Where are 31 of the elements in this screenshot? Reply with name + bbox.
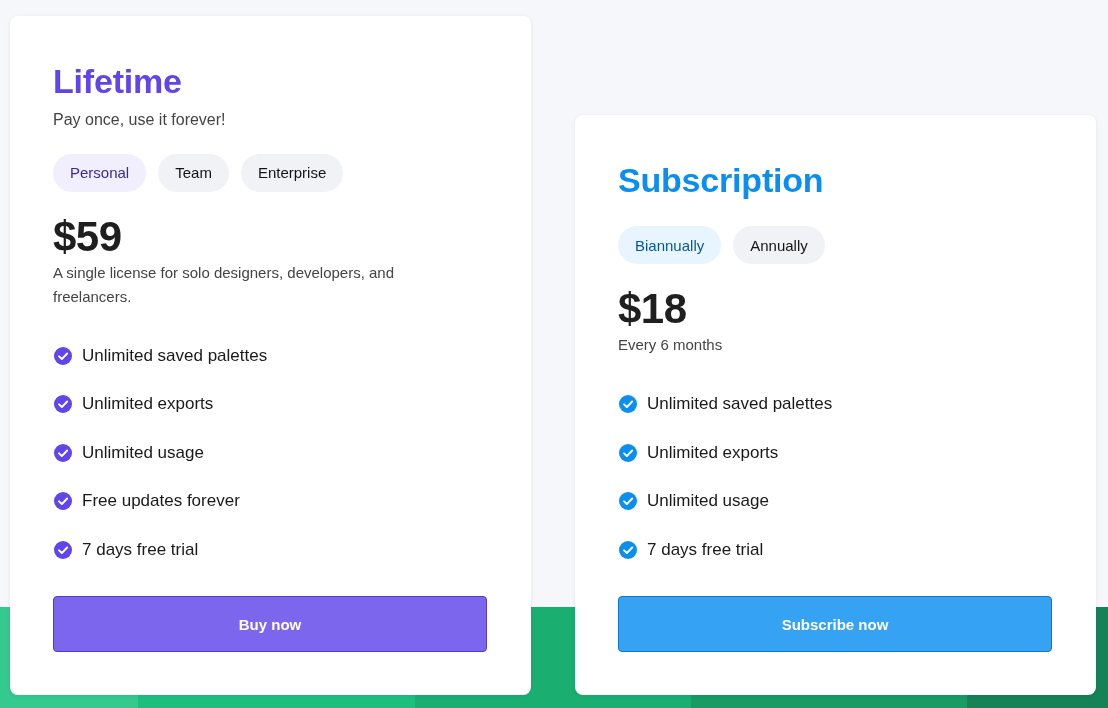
plan-option-tab[interactable]: Team [158,153,229,192]
plan-option-tab[interactable]: Biannually [618,226,722,264]
plan-title: Subscription [618,160,824,200]
purchase-button[interactable]: Buy now [53,596,487,652]
plan-option-tab[interactable]: Personal [53,153,147,192]
check-circle-icon [54,492,72,511]
plan-description: A single license for solo designers, developers, and freelancers. [53,262,396,307]
price: $18 [618,286,687,332]
check-circle-icon [54,540,72,559]
plan-title: Lifetime [53,60,182,101]
check-circle-icon [54,395,72,414]
plan-option-tab[interactable]: Enterprise [240,153,344,192]
feature-text: Unlimited saved palettes [647,394,833,415]
check-circle-icon [619,443,637,462]
feature-text: Unlimited exports [647,442,779,463]
check-circle-icon [619,492,637,511]
check-circle-icon [54,346,72,365]
feature-text: Free updates forever [82,491,240,512]
check-circle-icon [619,540,637,559]
check-circle-icon [619,395,637,414]
plan-option-tab[interactable]: Annually [733,226,825,264]
feature-text: Unlimited usage [82,442,204,463]
feature-text: Unlimited saved palettes [82,345,268,366]
feature-text: 7 days free trial [82,539,199,560]
check-circle-icon [54,443,72,462]
price: $59 [53,213,122,260]
feature-text: 7 days free trial [647,539,764,560]
plan-subtitle: Pay once, use it forever! [53,109,226,130]
plan-description: Every 6 months [618,335,723,355]
feature-text: Unlimited usage [647,491,769,512]
feature-text: Unlimited exports [82,394,214,415]
